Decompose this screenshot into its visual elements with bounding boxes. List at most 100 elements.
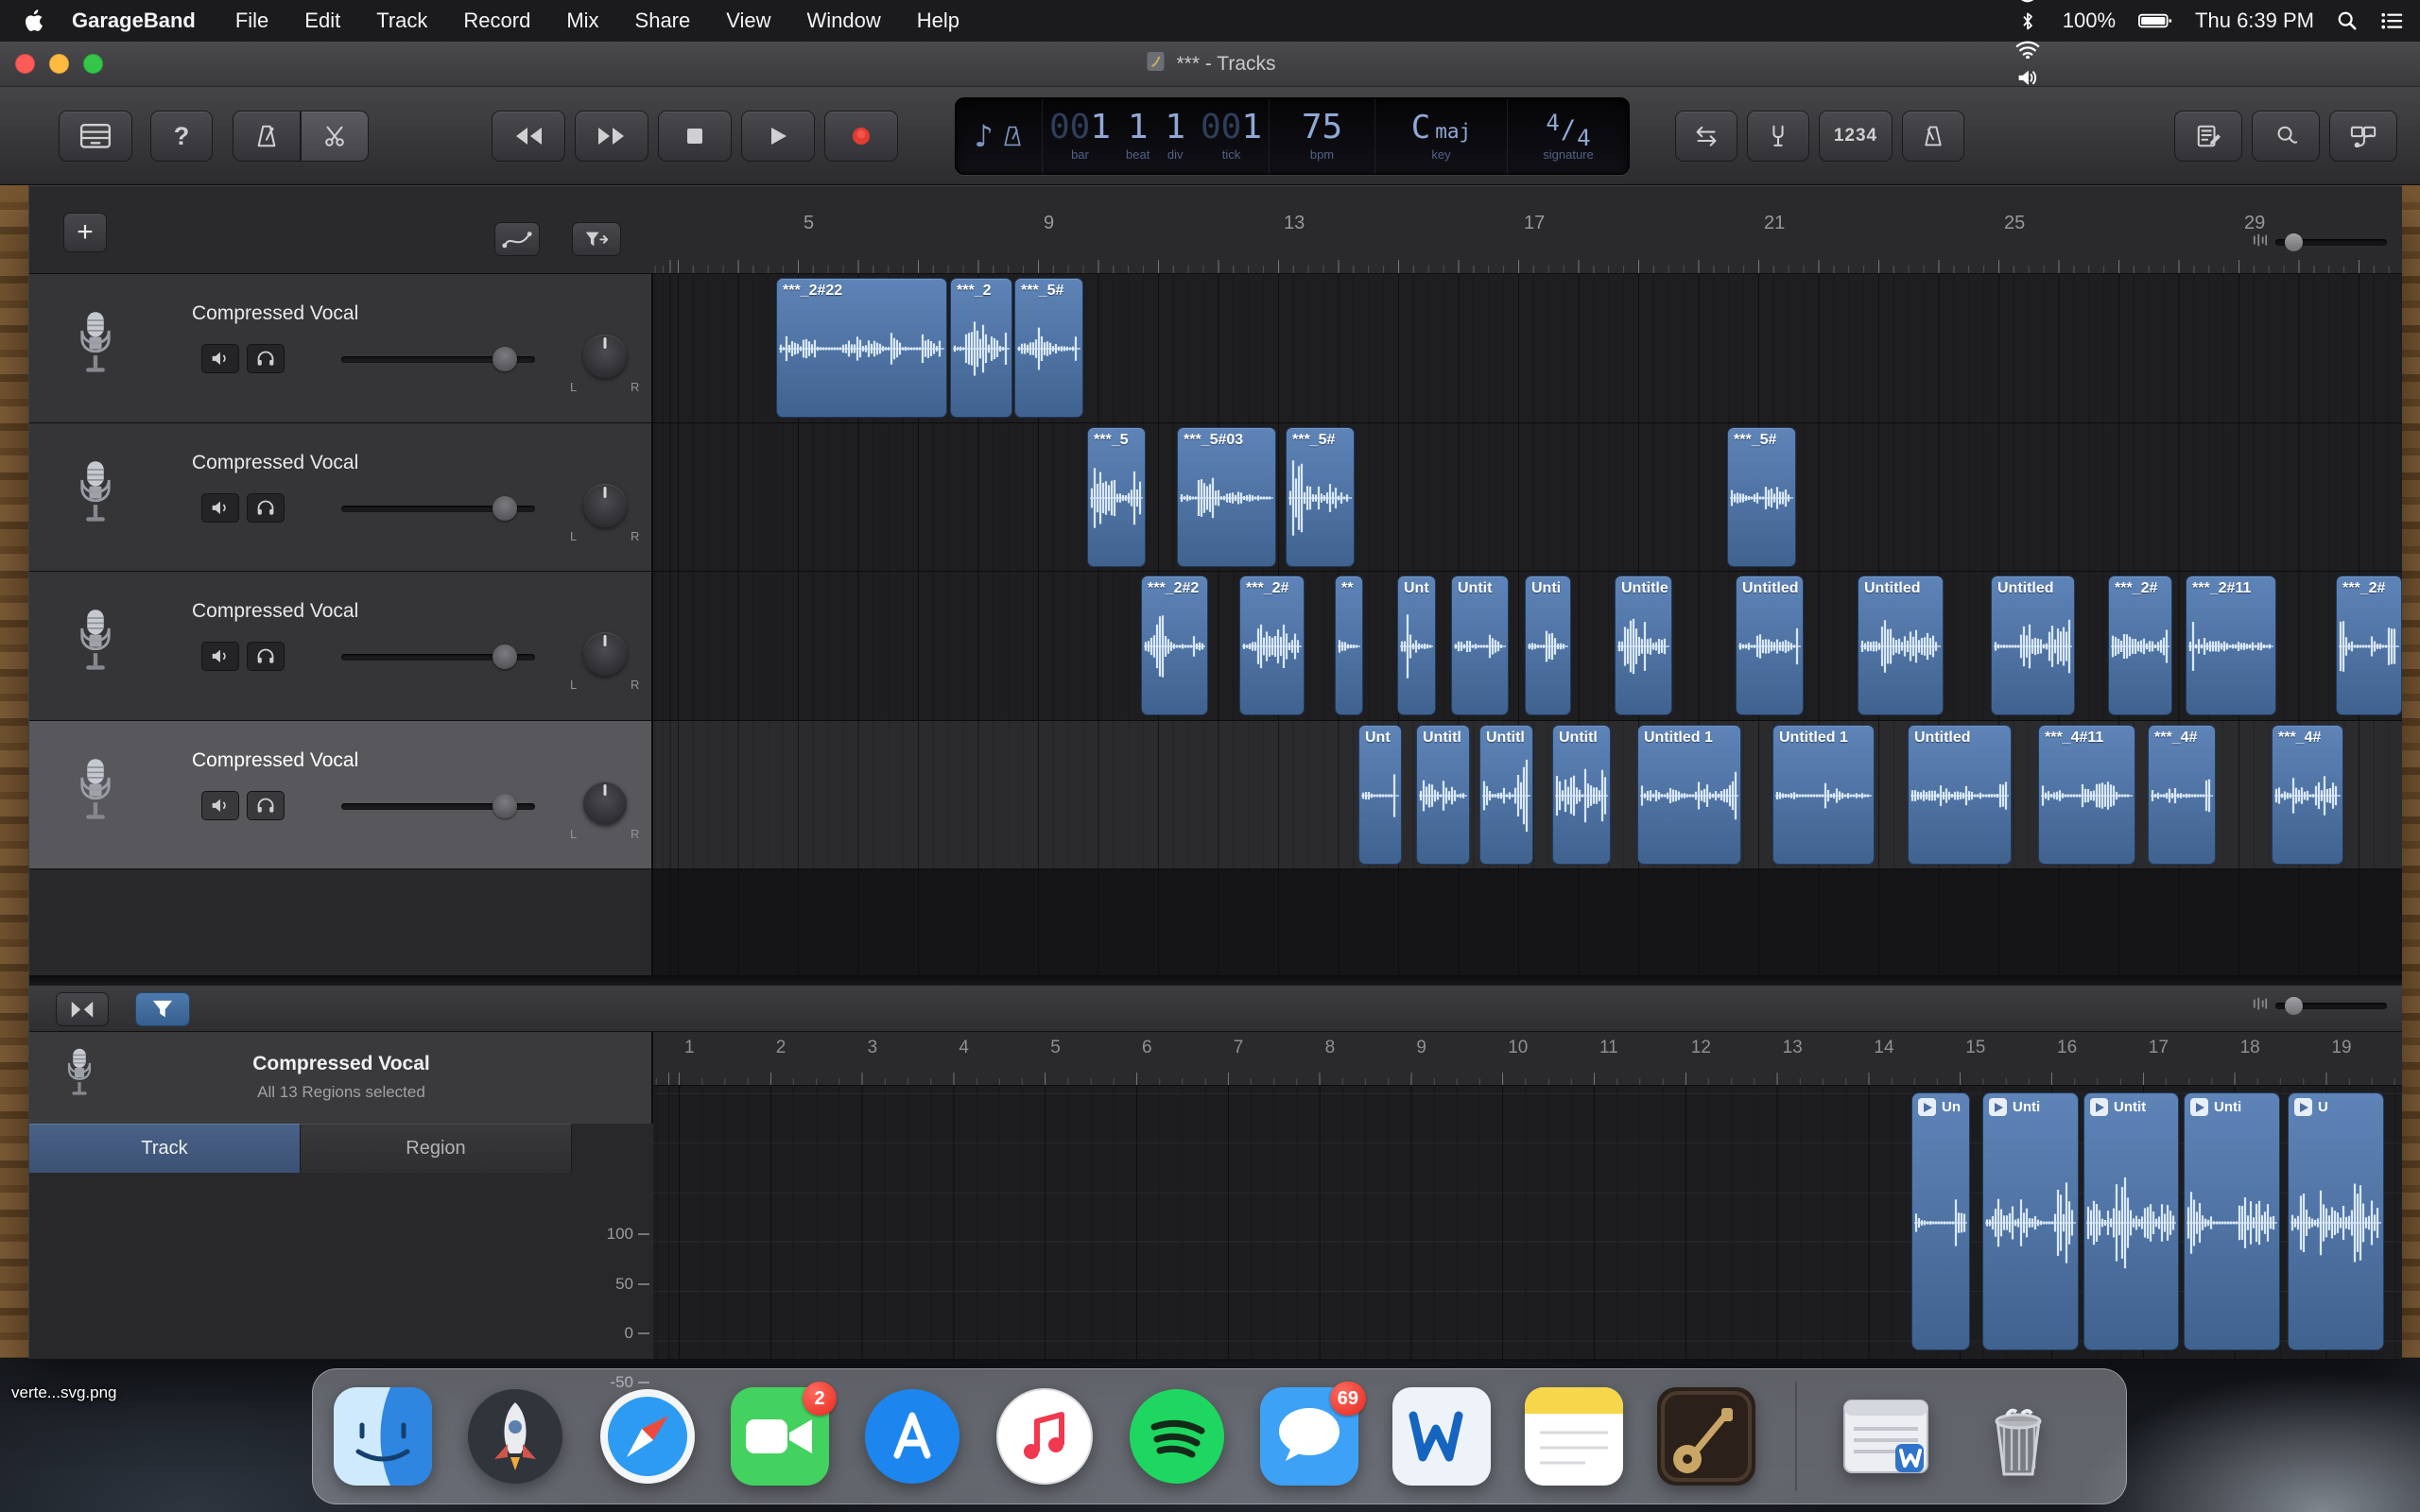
editor-audio-region[interactable]: U [2288, 1092, 2384, 1350]
audio-region[interactable]: ** [1335, 576, 1363, 715]
volume-knob[interactable] [493, 644, 517, 669]
menu-share[interactable]: Share [635, 9, 691, 33]
stop-button[interactable] [658, 111, 732, 162]
audio-region[interactable]: Unt [1358, 724, 1402, 865]
audio-region[interactable]: Untitl [1416, 724, 1470, 865]
tab-region[interactable]: Region [301, 1124, 572, 1173]
zoom-knob[interactable] [2285, 997, 2303, 1016]
tuner-button[interactable] [1747, 111, 1809, 162]
lcd-time-signature[interactable]: 4/4 signature [1508, 98, 1629, 174]
audio-region[interactable]: ***_5#03 [1177, 426, 1276, 567]
time-machine-icon[interactable] [2015, 0, 2040, 7]
editor-ruler[interactable]: 1 2 3 4 5 6 7 8 9 10 11 12 13 14 15 16 17 18 19 [653, 1032, 2402, 1086]
track-header[interactable]: Compressed Vocal L R [29, 720, 653, 869]
editor-lane[interactable]: Un Unti Untit Unti U [653, 1086, 2402, 1359]
dock-spotify[interactable] [1128, 1387, 1226, 1486]
window-split-divider[interactable] [29, 975, 2402, 986]
audio-region[interactable]: Untit [1451, 576, 1509, 715]
scissors-button[interactable] [301, 111, 369, 162]
minimize-button[interactable] [49, 54, 69, 74]
app-menu-garageband[interactable]: GarageBand [72, 9, 196, 33]
track-filter-button[interactable] [572, 222, 621, 256]
volume-slider[interactable] [341, 347, 535, 371]
solo-button[interactable] [247, 642, 285, 671]
dock-finder[interactable] [334, 1387, 432, 1486]
menu-mix[interactable]: Mix [566, 9, 598, 33]
menu-clock[interactable]: Thu 6:39 PM [2195, 9, 2314, 33]
audio-region[interactable]: ***_2# [2108, 576, 2172, 715]
editor-audio-region[interactable]: Un [1911, 1092, 1970, 1350]
menu-record[interactable]: Record [463, 9, 530, 33]
volume-slider[interactable] [341, 793, 535, 818]
mute-button[interactable] [201, 642, 239, 671]
audio-region[interactable]: Untitl [1552, 724, 1611, 865]
audio-region[interactable]: Untitled 1 [1637, 724, 1741, 865]
play-button[interactable] [741, 111, 815, 162]
notification-list-icon[interactable] [2380, 7, 2403, 35]
audio-region[interactable]: Untitled [1736, 576, 1804, 715]
audio-region[interactable]: Untitle [1615, 576, 1672, 715]
timeline-ruler[interactable]: 5 9 13 17 21 25 29 [653, 186, 2402, 273]
record-button[interactable] [824, 111, 898, 162]
audio-region[interactable]: Unti [1525, 576, 1571, 715]
audio-region[interactable]: ***_2 [950, 278, 1012, 418]
region-play-icon[interactable] [2090, 1098, 2108, 1116]
audio-region[interactable]: Untitled [1908, 724, 2012, 865]
zoom-button[interactable] [83, 54, 103, 74]
mute-button[interactable] [201, 492, 239, 523]
apple-menu-icon[interactable] [25, 8, 47, 34]
zoom-groove[interactable] [2275, 233, 2387, 252]
audio-region[interactable]: ***_4#11 [2038, 724, 2135, 865]
audio-region[interactable]: Untitled 1 [1772, 724, 1875, 865]
bluetooth-icon[interactable] [2015, 7, 2040, 35]
metronome-button[interactable] [233, 111, 301, 162]
lcd-key[interactable]: Cmaj key [1375, 98, 1508, 174]
region-play-icon[interactable] [2190, 1098, 2208, 1116]
zoom-knob[interactable] [2285, 233, 2303, 252]
quick-help-button[interactable]: ? [150, 111, 213, 162]
rewind-button[interactable] [492, 111, 565, 162]
audio-region[interactable]: ***_2#22 [776, 278, 947, 418]
dock-launchpad[interactable] [466, 1387, 564, 1486]
dock-garageband[interactable] [1657, 1387, 1755, 1486]
audio-region[interactable]: ***_2# [2336, 576, 2402, 715]
dock-minimized-window[interactable] [1837, 1387, 1935, 1486]
zoom-groove[interactable] [2275, 997, 2387, 1016]
audio-region[interactable]: ***_2# [1239, 576, 1305, 715]
volume-icon[interactable] [2015, 63, 2040, 92]
editor-audio-region[interactable]: Unti [2184, 1092, 2280, 1350]
media-browser-button[interactable] [2329, 111, 2397, 162]
pan-knob[interactable] [583, 335, 627, 378]
menu-window[interactable]: Window [807, 9, 881, 33]
track-header[interactable]: Compressed Vocal L R [29, 422, 653, 572]
menu-file[interactable]: File [235, 9, 268, 33]
solo-button[interactable] [247, 790, 285, 820]
timeline-zoom-slider[interactable] [2253, 233, 2387, 252]
volume-knob[interactable] [493, 495, 517, 521]
region-play-icon[interactable] [1918, 1098, 1936, 1116]
solo-button[interactable] [247, 344, 285, 373]
editor-filter-button[interactable] [135, 992, 190, 1026]
editor-audio-region[interactable]: Unti [1982, 1092, 2079, 1350]
volume-knob[interactable] [493, 793, 517, 818]
pan-knob[interactable] [583, 632, 627, 676]
menu-view[interactable]: View [726, 9, 770, 33]
automation-button[interactable] [494, 222, 540, 256]
menu-help[interactable]: Help [917, 9, 959, 33]
track-header[interactable]: Compressed Vocal L R [29, 274, 653, 423]
dock-itunes[interactable] [995, 1387, 1094, 1486]
dock-word[interactable] [1392, 1387, 1491, 1486]
loop-browser-button[interactable] [2252, 111, 2320, 162]
audio-region[interactable]: ***_5 [1087, 426, 1146, 567]
audio-region[interactable]: Unt [1397, 576, 1436, 715]
audio-region[interactable]: ***_4# [2272, 724, 2343, 865]
mute-button[interactable] [201, 790, 239, 820]
lcd-tempo[interactable]: 75 bpm [1270, 98, 1375, 174]
audio-region[interactable]: ***_5# [1727, 426, 1796, 567]
dock-app-store[interactable] [863, 1387, 961, 1486]
track-lane[interactable]: ***_2#2 ***_2# ** Unt Untit Unti Untitle Untitl… [653, 572, 2402, 721]
audio-region[interactable]: Untitled [1991, 576, 2075, 715]
volume-slider[interactable] [341, 644, 535, 669]
audio-region[interactable]: ***_4# [2148, 724, 2216, 865]
pan-knob[interactable] [583, 781, 627, 825]
